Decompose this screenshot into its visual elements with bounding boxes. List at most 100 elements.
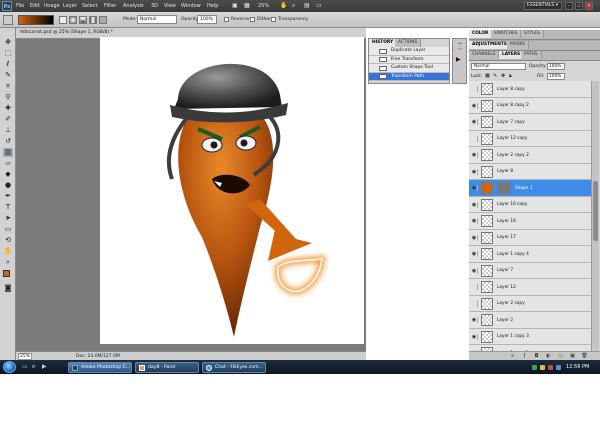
quick-select-tool-icon[interactable]: ✎ [3, 71, 13, 80]
menu-file[interactable]: File [16, 0, 24, 12]
transparency-checkbox[interactable] [271, 17, 276, 22]
history-item[interactable]: Duplicate Layer [369, 47, 449, 56]
adjustment-layer-icon[interactable]: ◐ [545, 353, 552, 359]
layer-row[interactable]: ◉ Layer 17 [469, 229, 591, 246]
taskbar-photoshop-button[interactable]: Adobe Photoshop C... [68, 362, 132, 373]
layer-style-icon[interactable]: ƒ [521, 353, 528, 359]
zoom-icon[interactable]: ⌕ [292, 0, 295, 12]
visibility-eye-icon[interactable] [471, 135, 478, 142]
lock-all-icon[interactable]: 🔒︎ [509, 73, 512, 79]
lasso-tool-icon[interactable]: ℓ [3, 60, 13, 69]
new-layer-icon[interactable]: ▣ [569, 353, 576, 359]
history-panel-icon[interactable]: ⌛ [456, 43, 463, 50]
add-mask-icon[interactable]: ◘ [533, 353, 540, 359]
link-layers-icon[interactable]: ∞ [509, 353, 516, 359]
clone-stamp-tool-icon[interactable]: ⊥ [3, 126, 13, 135]
shape-tool-icon[interactable]: ▭ [3, 225, 13, 234]
layer-opacity-input[interactable]: 100% [547, 63, 565, 70]
layer-row[interactable]: ◉ Layer 2 [469, 312, 591, 329]
tray-security-icon[interactable] [548, 365, 553, 370]
gradient-picker[interactable] [18, 15, 54, 25]
linear-gradient-icon[interactable] [59, 16, 67, 24]
visibility-eye-icon[interactable]: ◉ [471, 152, 478, 158]
layer-row[interactable]: Layer 12 [469, 279, 591, 296]
menu-edit[interactable]: Edit [30, 0, 40, 12]
layer-row[interactable]: ◉ Layer 7 copy [469, 114, 591, 131]
menu-image[interactable]: Image [44, 0, 60, 12]
brush-tool-icon[interactable]: ✐ [3, 115, 13, 124]
lock-position-icon[interactable]: ✥ [501, 73, 505, 79]
visibility-eye-icon[interactable] [471, 300, 478, 307]
arrange-documents-icon[interactable]: ▤ [304, 0, 310, 12]
tab-swatches[interactable]: SWATCHES [491, 30, 522, 38]
tab-paths[interactable]: PATHS [521, 51, 542, 59]
tab-adjustments[interactable]: ADJUSTMENTS [469, 41, 511, 49]
pen-tool-icon[interactable]: ✒ [3, 192, 13, 201]
layer-row[interactable]: Layer 12 copy [469, 130, 591, 147]
3d-rotate-tool-icon[interactable]: ⟲ [3, 236, 13, 245]
layer-row[interactable]: ◉ Layer 7 [469, 262, 591, 279]
visibility-eye-icon[interactable]: ◉ [471, 119, 478, 125]
zoom-level-menu[interactable]: 25% [258, 0, 269, 12]
menu-help[interactable]: Help [207, 0, 218, 12]
tool-preset-picker[interactable] [3, 15, 13, 25]
visibility-eye-icon[interactable] [471, 284, 478, 290]
screen-mode-icon[interactable]: ▭ [316, 0, 322, 12]
tray-network-icon[interactable] [532, 365, 537, 370]
visibility-eye-icon[interactable]: ◉ [471, 201, 478, 208]
quick-launch-ie-icon[interactable]: ℯ [32, 363, 36, 370]
visibility-eye-icon[interactable]: ◉ [471, 218, 478, 224]
layers-scrollbar-thumb[interactable] [593, 181, 598, 241]
menu-3d[interactable]: 3D [151, 0, 158, 12]
move-tool-icon[interactable]: ✥ [3, 38, 13, 47]
lock-pixels-icon[interactable]: ✎ [493, 73, 497, 79]
visibility-eye-icon[interactable]: ◉ [471, 102, 478, 109]
quick-launch-media-icon[interactable]: ▶ [42, 363, 47, 370]
workspace-switcher[interactable]: ESSENTIALS ▾ [524, 2, 562, 10]
zoom-tool-icon[interactable]: ⌕ [3, 258, 13, 267]
history-item[interactable]: Custom Shape Tool [369, 64, 449, 73]
menu-window[interactable]: Window [181, 0, 201, 12]
layer-row[interactable]: Layer 2 copy [469, 295, 591, 312]
close-icon[interactable]: × [585, 2, 593, 10]
eraser-tool-icon[interactable]: ▱ [3, 159, 13, 168]
reflected-gradient-icon[interactable] [89, 16, 97, 24]
dodge-tool-icon[interactable]: ● [3, 181, 13, 190]
healing-brush-tool-icon[interactable]: ✚ [3, 104, 13, 113]
mode-select[interactable]: Normal [137, 15, 177, 24]
layer-row[interactable]: Layer 8 copy [469, 81, 591, 98]
layer-row[interactable]: ◉ Layer 8 [469, 163, 591, 180]
foreground-color-swatch[interactable] [3, 270, 10, 277]
taskbar-paint-button[interactable]: day8 - Paint [135, 362, 199, 373]
layer-row[interactable]: ◉ Layer 16 [469, 213, 591, 230]
tab-actions[interactable]: ACTIONS [395, 39, 422, 47]
show-desktop-icon[interactable]: ▭ [22, 363, 28, 370]
fill-input[interactable]: 100% [547, 73, 565, 80]
visibility-eye-icon[interactable]: ◉ [471, 317, 478, 323]
minimize-icon[interactable]: – [565, 2, 573, 10]
tab-channels[interactable]: CHANNELS [469, 51, 500, 59]
history-item-active[interactable]: Transform Path [369, 72, 449, 81]
taskbar-clock[interactable]: 12:56 PM [566, 364, 589, 370]
blur-tool-icon[interactable]: ◆ [3, 170, 13, 179]
angle-gradient-icon[interactable] [79, 16, 87, 24]
visibility-eye-icon[interactable]: ◉ [471, 267, 478, 274]
delete-layer-icon[interactable]: 🗑︎ [581, 353, 588, 359]
eyedropper-tool-icon[interactable]: ⚲ [3, 93, 13, 102]
tab-masks[interactable]: MASKS [507, 41, 529, 49]
marquee-tool-icon[interactable]: ⬚ [3, 49, 13, 58]
menu-view[interactable]: View [164, 0, 176, 12]
visibility-eye-icon[interactable]: ◉ [471, 251, 478, 257]
hand-icon[interactable]: ✋ [280, 0, 287, 12]
diamond-gradient-icon[interactable] [99, 16, 107, 24]
opacity-input[interactable]: 100% [197, 15, 217, 24]
layer-row[interactable]: ◉ Layer 8 copy 2 [469, 97, 591, 114]
visibility-eye-icon[interactable] [471, 86, 478, 92]
crop-tool-icon[interactable]: ⌗ [3, 82, 13, 91]
hand-tool-icon[interactable]: ✋ [3, 247, 13, 256]
restore-icon[interactable]: ▫ [575, 2, 583, 10]
status-zoom-input[interactable]: 25% [18, 353, 32, 360]
new-group-icon[interactable]: ▭ [557, 353, 564, 359]
path-select-tool-icon[interactable]: ➤ [3, 214, 13, 223]
blend-mode-select[interactable]: Normal [471, 63, 526, 70]
